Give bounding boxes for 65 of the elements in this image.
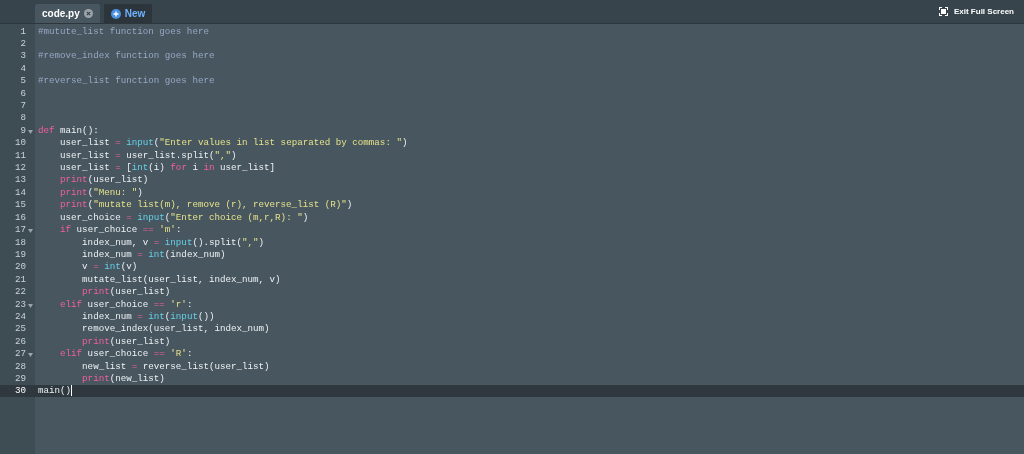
line-number: 24 [14, 311, 26, 322]
fold-arrow-icon[interactable] [28, 303, 33, 308]
plus-circle-icon [110, 8, 121, 19]
code-line: user_choice = input("Enter choice (m,r,R): ") [59, 212, 309, 222]
line-number: 8 [20, 113, 26, 123]
code-line: user_list = user_list.split(",") [59, 150, 237, 160]
code-line: print(user_list) [81, 336, 171, 346]
line-number: 6 [20, 88, 26, 98]
new-tab-button[interactable]: New [103, 4, 153, 23]
fold-arrow-icon[interactable] [28, 229, 33, 234]
code-line: #reverse_list function goes here [37, 76, 215, 86]
code-line: elif user_choice == 'R': [59, 349, 193, 359]
exit-full-screen-button[interactable]: Exit Full Screen [936, 5, 1016, 18]
line-number: 27 [14, 349, 26, 359]
line-number: 30 [14, 386, 26, 396]
line-number: 13 [14, 175, 26, 185]
code-line: elif user_choice == 'r': [59, 299, 193, 309]
code-line: new_list = reverse_list(user_list) [81, 361, 270, 371]
fold-arrow-icon[interactable] [28, 129, 33, 134]
code-line: print(user_list) [81, 287, 171, 297]
line-number: 4 [20, 63, 26, 73]
code-line: index_num = int(input()) [81, 311, 215, 322]
code-line: v = int(v) [81, 262, 138, 272]
code-line: user_list = [int(i) for i in user_list] [59, 163, 276, 173]
line-number: 14 [14, 187, 26, 198]
code-line: print("Menu: ") [59, 187, 143, 198]
fold-arrow-icon[interactable] [28, 353, 33, 358]
file-tab[interactable]: code.py [35, 4, 100, 23]
code-line: def main(): [37, 125, 99, 136]
line-number: 17 [14, 225, 26, 235]
code-line: main() [37, 385, 73, 397]
code-line: user_list = input("Enter values in list separated by commas: ") [59, 138, 408, 148]
line-number: 12 [14, 163, 26, 173]
line-number: 25 [14, 324, 26, 334]
line-number: 23 [14, 299, 26, 309]
code-line: if user_choice == 'm': [59, 225, 182, 235]
line-number: 15 [14, 200, 26, 210]
code-line: print(user_list) [59, 175, 149, 185]
close-icon[interactable] [83, 9, 93, 18]
line-number: 21 [14, 274, 26, 284]
code-line: #remove_index function goes here [37, 51, 215, 61]
line-number: 19 [14, 249, 26, 260]
line-number: 18 [14, 237, 26, 247]
line-number: 10 [14, 138, 26, 148]
code-line: print(new_list) [81, 373, 165, 384]
code-line: print("mutate list(m), remove (r), reverse_list (R)") [59, 200, 353, 210]
line-number: 3 [20, 51, 26, 61]
fullscreen-icon [938, 7, 948, 16]
line-number: 11 [14, 150, 26, 160]
code-line: #mutute_list function goes here [37, 26, 209, 36]
line-number: 29 [14, 373, 26, 384]
code-line: mutate_list(user_list, index_num, v) [81, 274, 281, 284]
line-number: 1 [20, 26, 26, 36]
code-line: index_num, v = input().split(",") [81, 237, 265, 247]
line-number: 22 [14, 287, 26, 297]
line-number: 5 [20, 76, 26, 86]
line-number: 20 [14, 262, 26, 272]
line-number: 28 [14, 361, 26, 371]
line-number: 2 [20, 39, 26, 49]
line-number: 7 [20, 101, 26, 111]
line-number: 16 [14, 212, 26, 222]
code-line: index_num = int(index_num) [81, 249, 226, 260]
line-number: 9 [20, 125, 26, 136]
code-line: remove_index(user_list, index_num) [81, 324, 270, 334]
line-number: 26 [14, 336, 26, 346]
